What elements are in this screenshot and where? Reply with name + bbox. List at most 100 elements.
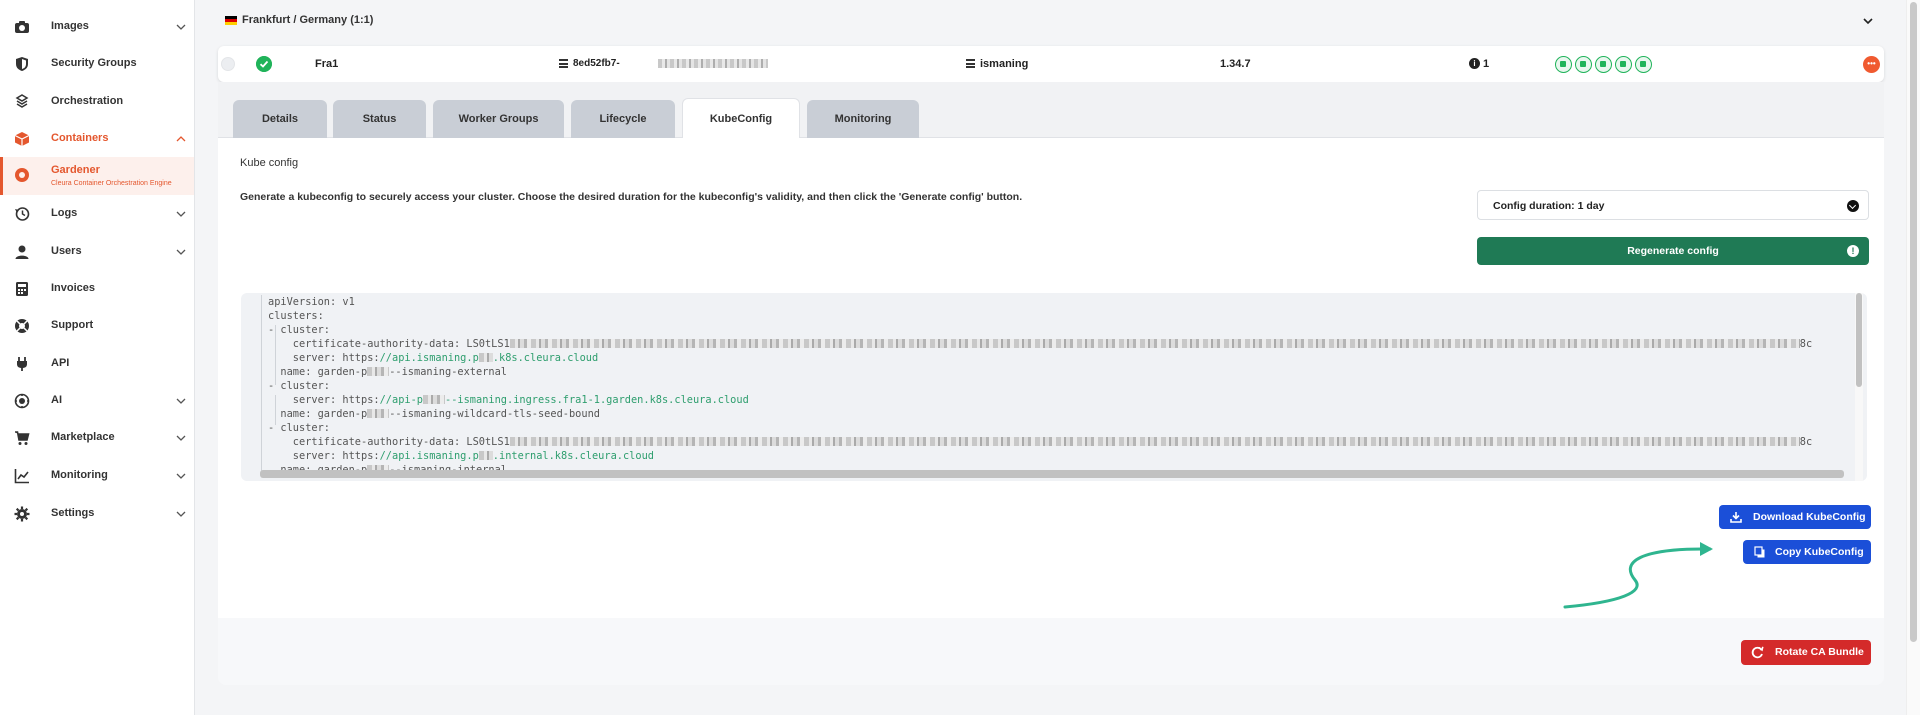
copy-icon — [1754, 546, 1765, 558]
sidebar-item-label: Support — [51, 319, 94, 331]
sidebar-item-settings[interactable]: Settings — [0, 496, 194, 532]
sidebar-item-marketplace[interactable]: Marketplace — [0, 420, 194, 456]
chevron-down-icon — [1847, 200, 1859, 212]
indent-guide — [261, 295, 262, 473]
redacted-id — [658, 59, 768, 68]
section-title: Kube config — [240, 157, 299, 169]
cluster-name: Fra1 — [315, 58, 339, 70]
copy-kubeconfig-label: Copy KubeConfig — [1775, 546, 1864, 558]
gear-icon — [14, 506, 30, 522]
tab-kubeconfig[interactable]: KubeConfig — [682, 98, 800, 139]
vertical-scrollbar[interactable] — [1855, 293, 1863, 481]
code-line: apiVersion: v1 — [268, 296, 355, 308]
sidebar-item-orchestration[interactable]: Orchestration — [0, 84, 194, 120]
download-icon — [1730, 512, 1742, 523]
chevron-down-icon — [176, 211, 186, 217]
germany-flag-icon — [225, 16, 237, 25]
chart-line-icon — [14, 469, 29, 484]
history-icon — [15, 207, 30, 221]
code-line: name: garden-p --ismaning-external — [268, 366, 507, 378]
cluster-select-radio[interactable] — [221, 57, 235, 71]
rotate-ca-bundle-button[interactable]: Rotate CA Bundle — [1741, 640, 1871, 665]
download-kubeconfig-button[interactable]: Download KubeConfig — [1719, 505, 1871, 529]
tab-worker-groups[interactable]: Worker Groups — [433, 100, 564, 138]
service-status-icon[interactable] — [1595, 56, 1612, 73]
info-icon: i — [1469, 58, 1480, 69]
orchestration-icon — [15, 94, 29, 108]
page-scrollbar[interactable] — [1906, 0, 1920, 715]
sidebar-item-security-groups[interactable]: Security Groups — [0, 46, 194, 82]
sidebar-item-invoices[interactable]: Invoices — [0, 271, 194, 307]
chevron-down-icon[interactable] — [1863, 16, 1873, 26]
cube-icon — [14, 132, 30, 146]
sidebar-item-gardener[interactable]: Gardener Cleura Container Orchestration … — [0, 157, 194, 195]
rotate-ca-bundle-label: Rotate CA Bundle — [1775, 646, 1864, 658]
horizontal-scrollbar[interactable] — [260, 470, 1844, 478]
sidebar-item-label: Users — [51, 245, 82, 257]
sidebar-item-images[interactable]: Images — [0, 9, 194, 45]
code-line: name: garden-p --ismaning-wildcard-tls-se… — [268, 408, 600, 420]
sidebar-item-label: Settings — [51, 507, 95, 519]
id-icon — [559, 59, 568, 68]
code-viewport: apiVersion: v1 clusters: - cluster: cert… — [241, 295, 1847, 473]
region-header[interactable]: Frankfurt / Germany (1:1) — [218, 6, 1888, 36]
tab-bar: Details Status Worker Groups Lifecycle K… — [218, 82, 1884, 139]
sidebar-item-label: Security Groups — [51, 57, 137, 69]
download-kubeconfig-label: Download KubeConfig — [1753, 511, 1866, 523]
code-line: server: https://api.ismaning.p .internal.… — [268, 450, 654, 462]
tab-status[interactable]: Status — [333, 100, 426, 138]
cluster-project: ismaning — [980, 58, 1029, 70]
sidebar-item-label: Marketplace — [51, 431, 115, 443]
chevron-down-icon — [176, 511, 186, 517]
lifebuoy-icon — [15, 319, 29, 333]
sidebar-item-label: Gardener — [51, 164, 100, 176]
calculator-icon — [16, 282, 28, 296]
camera-icon — [15, 21, 29, 33]
user-icon — [15, 245, 29, 259]
service-status-icon[interactable] — [1575, 56, 1592, 73]
service-status-icon[interactable] — [1615, 56, 1632, 73]
sidebar-item-support[interactable]: Support — [0, 308, 194, 344]
sidebar-item-ai[interactable]: AI — [0, 383, 194, 419]
sidebar-item-label: Monitoring — [51, 469, 108, 481]
chevron-down-icon — [176, 24, 186, 30]
sidebar-item-label: AI — [51, 394, 62, 406]
service-status-icon[interactable] — [1635, 56, 1652, 73]
chevron-up-icon — [176, 136, 186, 142]
more-options-button[interactable]: ••• — [1863, 56, 1880, 73]
status-ok-icon — [256, 56, 272, 72]
sidebar-item-users[interactable]: Users — [0, 234, 194, 270]
code-line: server: https://api-p --ismaning.ingress.… — [268, 394, 749, 406]
tab-details[interactable]: Details — [233, 100, 327, 138]
sidebar-item-monitoring[interactable]: Monitoring — [0, 458, 194, 494]
alert-count: 1 — [1483, 58, 1490, 70]
regenerate-config-button[interactable]: Regenerate config ! — [1477, 237, 1869, 265]
code-line: - cluster: — [268, 324, 330, 336]
sidebar-item-label: Orchestration — [51, 95, 124, 107]
tab-monitoring[interactable]: Monitoring — [807, 100, 919, 138]
chevron-down-icon — [176, 398, 186, 404]
sidebar-item-containers[interactable]: Containers — [0, 121, 194, 157]
code-line: certificate-authority-data: LS0tLS1 8c — [268, 436, 1813, 448]
cluster-row[interactable]: Fra1 8ed52fb7- ismaning 1.34.7 i 1 ••• — [218, 46, 1884, 82]
kubeconfig-code-block[interactable]: apiVersion: v1 clusters: - cluster: cert… — [241, 293, 1867, 481]
annotation-arrow — [1563, 542, 1713, 609]
gardener-icon — [15, 168, 29, 182]
sidebar-item-label: Images — [51, 20, 89, 32]
kubeconfig-description: Generate a kubeconfig to securely access… — [240, 191, 1023, 203]
cluster-version: 1.34.7 — [1220, 58, 1251, 70]
sidebar-item-label: Logs — [51, 207, 78, 219]
sidebar-item-logs[interactable]: Logs — [0, 196, 194, 232]
service-status-icon[interactable] — [1555, 56, 1572, 73]
config-duration-select[interactable]: Config duration: 1 day — [1477, 190, 1869, 220]
sidebar-item-label: Containers — [51, 132, 109, 144]
info-icon: ! — [1847, 245, 1859, 257]
chevron-down-icon — [176, 435, 186, 441]
tab-lifecycle[interactable]: Lifecycle — [571, 100, 675, 138]
code-line: - cluster: — [268, 422, 330, 434]
sidebar-item-api[interactable]: API — [0, 346, 194, 382]
brain-icon — [14, 393, 30, 409]
sidebar: Images Security Groups Orchestration Con… — [0, 0, 195, 715]
copy-kubeconfig-button[interactable]: Copy KubeConfig — [1743, 540, 1871, 564]
cart-icon — [15, 431, 30, 445]
